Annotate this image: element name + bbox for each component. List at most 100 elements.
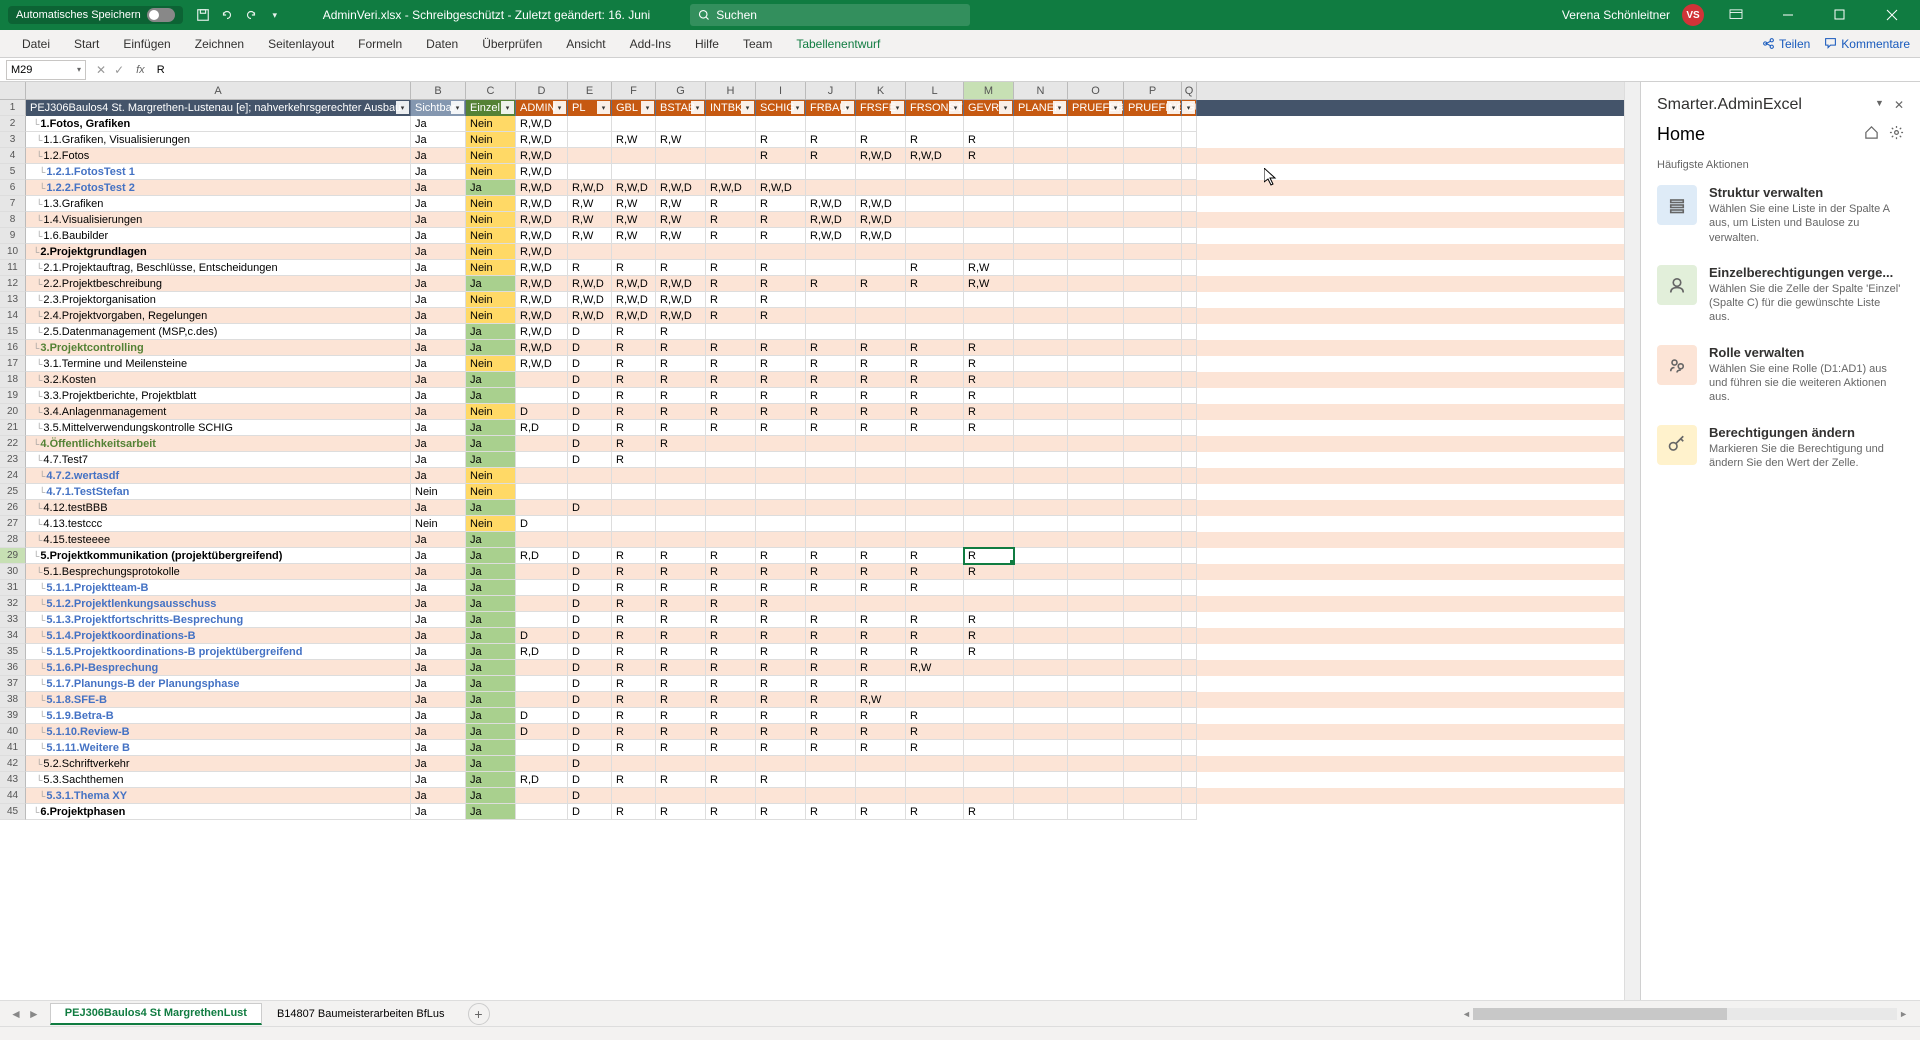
cell-Q26[interactable] — [1182, 500, 1197, 516]
cell-K36[interactable]: R — [856, 660, 906, 676]
cell-H43[interactable]: R — [706, 772, 756, 788]
cell-L23[interactable] — [906, 452, 964, 468]
row-header-42[interactable]: 42 — [0, 756, 26, 772]
cell-B5[interactable]: Ja — [411, 164, 466, 180]
tab-datei[interactable]: Datei — [10, 30, 62, 58]
cell-G41[interactable]: R — [656, 740, 706, 756]
cell-P19[interactable] — [1124, 388, 1182, 404]
cell-A42[interactable]: └5.2.Schriftverkehr — [26, 756, 411, 772]
row-header-41[interactable]: 41 — [0, 740, 26, 756]
cell-K40[interactable]: R — [856, 724, 906, 740]
header-cell-M[interactable]: GEVR — [964, 100, 1014, 116]
cell-N20[interactable] — [1014, 404, 1068, 420]
cell-M19[interactable]: R — [964, 388, 1014, 404]
cell-M43[interactable] — [964, 772, 1014, 788]
cell-M17[interactable]: R — [964, 356, 1014, 372]
cell-M33[interactable]: R — [964, 612, 1014, 628]
cell-O20[interactable] — [1068, 404, 1124, 420]
cell-E44[interactable]: D — [568, 788, 612, 804]
cell-P10[interactable] — [1124, 244, 1182, 260]
cell-H14[interactable]: R — [706, 308, 756, 324]
cell-C6[interactable]: Ja — [466, 180, 516, 196]
cell-N40[interactable] — [1014, 724, 1068, 740]
cell-B19[interactable]: Ja — [411, 388, 466, 404]
filter-icon[interactable] — [949, 101, 962, 114]
cell-C15[interactable]: Ja — [466, 324, 516, 340]
cell-G24[interactable] — [656, 468, 706, 484]
cell-Q8[interactable] — [1182, 212, 1197, 228]
cell-A32[interactable]: └5.1.2.Projektlenkungsausschuss — [26, 596, 411, 612]
cell-E18[interactable]: D — [568, 372, 612, 388]
cell-D8[interactable]: R,W,D — [516, 212, 568, 228]
cell-A6[interactable]: └1.2.2.FotosTest 2 — [26, 180, 411, 196]
cell-G12[interactable]: R,W,D — [656, 276, 706, 292]
cell-N25[interactable] — [1014, 484, 1068, 500]
cell-E3[interactable] — [568, 132, 612, 148]
cell-G42[interactable] — [656, 756, 706, 772]
cell-N4[interactable] — [1014, 148, 1068, 164]
cell-K5[interactable] — [856, 164, 906, 180]
cell-P16[interactable] — [1124, 340, 1182, 356]
row-header-45[interactable]: 45 — [0, 804, 26, 820]
row-header-6[interactable]: 6 — [0, 180, 26, 196]
cell-B18[interactable]: Ja — [411, 372, 466, 388]
cell-P18[interactable] — [1124, 372, 1182, 388]
row-header-14[interactable]: 14 — [0, 308, 26, 324]
cell-P41[interactable] — [1124, 740, 1182, 756]
cell-M5[interactable] — [964, 164, 1014, 180]
cell-J39[interactable]: R — [806, 708, 856, 724]
cell-I38[interactable]: R — [756, 692, 806, 708]
autosave-toggle[interactable]: Automatisches Speichern — [8, 6, 183, 24]
row-header-10[interactable]: 10 — [0, 244, 26, 260]
cell-H26[interactable] — [706, 500, 756, 516]
cell-D34[interactable]: D — [516, 628, 568, 644]
cell-F9[interactable]: R,W — [612, 228, 656, 244]
cell-E42[interactable]: D — [568, 756, 612, 772]
header-cell-Q[interactable]: GU — [1182, 100, 1197, 116]
cell-H8[interactable]: R — [706, 212, 756, 228]
cell-I40[interactable]: R — [756, 724, 806, 740]
cell-I36[interactable]: R — [756, 660, 806, 676]
cell-J20[interactable]: R — [806, 404, 856, 420]
cell-A22[interactable]: └4.Öffentlichkeitsarbeit — [26, 436, 411, 452]
cell-F31[interactable]: R — [612, 580, 656, 596]
cell-G38[interactable]: R — [656, 692, 706, 708]
cell-E19[interactable]: D — [568, 388, 612, 404]
tab-nav-prev-icon[interactable]: ◄ — [10, 1007, 22, 1021]
row-header-36[interactable]: 36 — [0, 660, 26, 676]
cell-M13[interactable] — [964, 292, 1014, 308]
cell-O24[interactable] — [1068, 468, 1124, 484]
cell-D11[interactable]: R,W,D — [516, 260, 568, 276]
cell-J25[interactable] — [806, 484, 856, 500]
cell-Q29[interactable] — [1182, 548, 1197, 564]
cell-G31[interactable]: R — [656, 580, 706, 596]
cell-M37[interactable] — [964, 676, 1014, 692]
cell-K23[interactable] — [856, 452, 906, 468]
cell-M6[interactable] — [964, 180, 1014, 196]
cell-F25[interactable] — [612, 484, 656, 500]
cell-M16[interactable]: R — [964, 340, 1014, 356]
header-cell-J[interactable]: FRBAU — [806, 100, 856, 116]
cell-B40[interactable]: Ja — [411, 724, 466, 740]
col-header-C[interactable]: C — [466, 82, 516, 100]
cell-M18[interactable]: R — [964, 372, 1014, 388]
cell-P34[interactable] — [1124, 628, 1182, 644]
cell-A11[interactable]: └2.1.Projektauftrag, Beschlüsse, Entsche… — [26, 260, 411, 276]
row-header-12[interactable]: 12 — [0, 276, 26, 292]
cell-N15[interactable] — [1014, 324, 1068, 340]
cell-Q2[interactable] — [1182, 116, 1197, 132]
cell-K45[interactable]: R — [856, 804, 906, 820]
cell-L13[interactable] — [906, 292, 964, 308]
cell-F10[interactable] — [612, 244, 656, 260]
cell-M15[interactable] — [964, 324, 1014, 340]
cell-Q41[interactable] — [1182, 740, 1197, 756]
cell-H40[interactable]: R — [706, 724, 756, 740]
cell-F15[interactable]: R — [612, 324, 656, 340]
cell-Q28[interactable] — [1182, 532, 1197, 548]
cell-G4[interactable] — [656, 148, 706, 164]
cell-P26[interactable] — [1124, 500, 1182, 516]
cell-E28[interactable] — [568, 532, 612, 548]
cell-Q9[interactable] — [1182, 228, 1197, 244]
cell-E29[interactable]: D — [568, 548, 612, 564]
cell-Q10[interactable] — [1182, 244, 1197, 260]
